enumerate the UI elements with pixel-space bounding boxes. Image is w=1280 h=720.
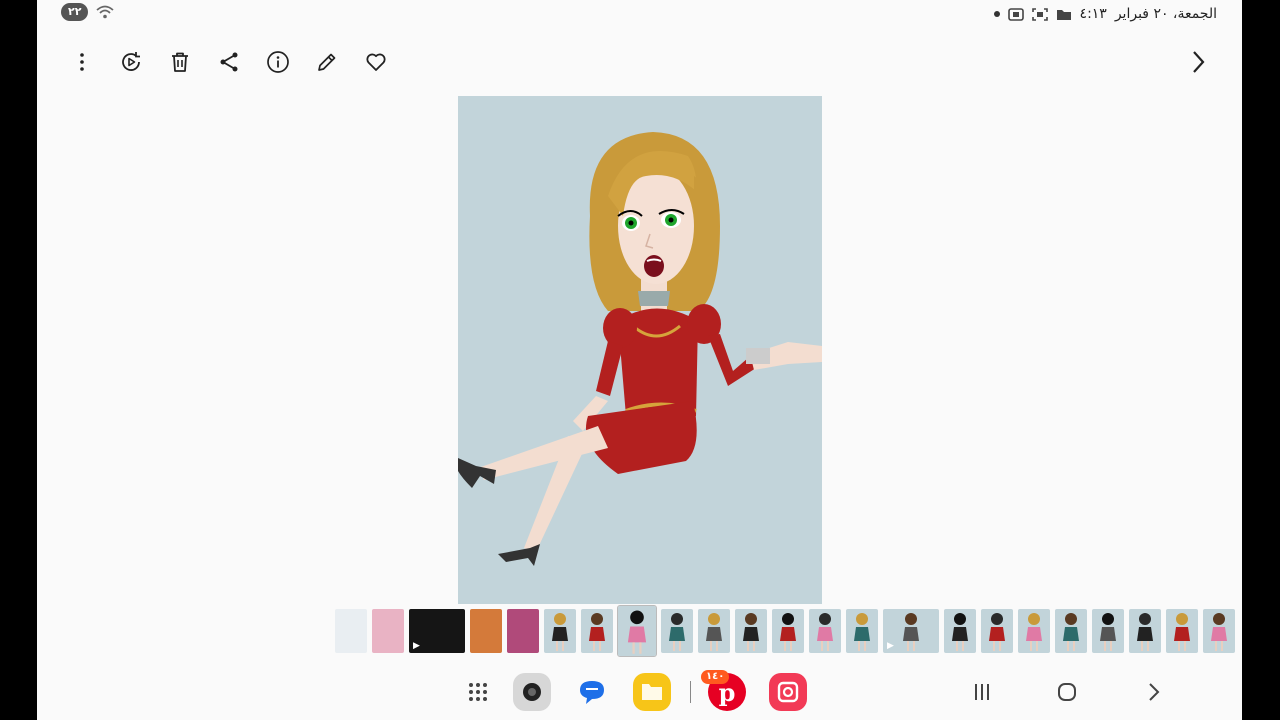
info-icon [266,50,289,73]
details-button[interactable] [260,44,295,79]
thumbnail[interactable] [372,609,404,653]
thumbnail-figure [989,613,1005,651]
recents-icon [975,684,989,700]
status-left: ٢٢ [61,3,115,21]
share-icon [220,52,237,71]
my-files-app-button[interactable] [632,668,672,716]
dock-divider [685,668,695,716]
messages-app-button[interactable] [572,668,612,716]
back-chevron-icon [1149,683,1160,701]
grid-icon [469,683,487,701]
thumbnail[interactable] [1018,609,1050,653]
cartoon-woman-illustration [458,132,822,566]
chevron-right-icon [1193,51,1205,73]
thumbnail-figure [743,613,759,651]
back-button[interactable] [1139,668,1169,716]
favorite-button[interactable] [358,44,393,79]
thumbnail-figure [780,613,796,651]
thumbnail-selected[interactable] [617,605,657,657]
camera-icon [513,673,551,711]
thumbnail-figure [706,613,722,651]
recents-button[interactable] [967,668,997,716]
share-button[interactable] [211,44,246,79]
thumbnail[interactable] [661,609,693,653]
thumbnail-figure [552,613,568,651]
heart-icon [365,53,386,71]
thumbnail[interactable] [698,609,730,653]
video-play-icon: ▶ [413,641,420,651]
thumbnail-figure [669,613,685,651]
edit-button[interactable] [309,44,344,79]
thumbnail[interactable] [944,609,976,653]
navigation-bar: p ١٤٠ [37,668,1242,716]
status-right: ٤:١٣ الجمعة، ٢٠ فبراير [993,3,1217,25]
remaster-button[interactable] [113,44,148,79]
play-rotate-icon [121,51,140,71]
thumbnail[interactable] [1055,609,1087,653]
thumbnail-figure [1100,613,1116,651]
thumbnail-figure [854,613,870,651]
home-icon [1058,683,1076,701]
next-image-button[interactable] [1182,46,1214,78]
folder-icon [1056,9,1071,20]
thumbnail[interactable] [507,609,539,653]
notification-dot-icon [993,11,1000,17]
thumbnail-filmstrip: ▶ ▶ [335,605,1235,657]
thumbnail-figure [1211,613,1227,651]
status-date: الجمعة، ٢٠ فبراير [1114,6,1217,22]
main-image[interactable] [458,96,822,604]
more-options-button[interactable] [64,44,99,79]
delete-button[interactable] [162,44,197,79]
app-drawer-button[interactable] [460,668,496,716]
notification-badge: ١٤٠ [701,670,730,684]
thumbnail-figure [589,613,605,651]
thumbnail-figure [952,613,968,651]
thumbnail[interactable] [544,609,576,653]
thumbnail[interactable] [846,609,878,653]
thumbnail[interactable] [1129,609,1161,653]
thumbnail-figure [1063,613,1079,651]
screenshot-icon [1031,7,1048,21]
thumbnail[interactable] [335,609,367,653]
screen-recorder-app-button[interactable] [768,668,808,716]
gallery-screen: ٢٢ ٤:١٣ الجمعة، ٢٠ فبراير ▶ ▶ p ١٤٠ [37,0,1242,720]
camera-app-button[interactable] [512,668,552,716]
thumbnail[interactable] [1092,609,1124,653]
thumbnail-figure [627,610,647,654]
thumbnail[interactable] [981,609,1013,653]
video-play-icon: ▶ [887,641,894,651]
thumbnail[interactable] [581,609,613,653]
thumbnail[interactable]: ▶ [409,609,465,653]
thumbnail[interactable] [1203,609,1235,653]
battery-indicator: ٢٢ [61,3,89,21]
vertical-dots-icon [79,52,84,71]
chat-icon [580,681,604,704]
thumbnail[interactable] [809,609,841,653]
pinterest-app-button[interactable]: p ١٤٠ [701,668,747,716]
thumbnail-figure [1174,613,1190,651]
status-time: ٤:١٣ [1079,6,1107,22]
thumbnail-figure [817,613,833,651]
thumbnail[interactable]: ▶ [883,609,939,653]
screen-record-icon [1007,7,1024,21]
wifi-icon [96,5,115,19]
thumbnail[interactable] [1166,609,1198,653]
trash-icon [171,52,188,72]
thumbnail-figure [1137,613,1153,651]
thumbnail[interactable] [470,609,502,653]
thumbnail[interactable] [735,609,767,653]
pencil-icon [317,53,335,71]
thumbnail[interactable] [772,609,804,653]
record-icon [769,673,807,711]
thumbnail-figure [1026,613,1042,651]
home-button[interactable] [1052,668,1082,716]
viewer-toolbar [64,44,393,79]
folder-app-icon [633,673,671,711]
